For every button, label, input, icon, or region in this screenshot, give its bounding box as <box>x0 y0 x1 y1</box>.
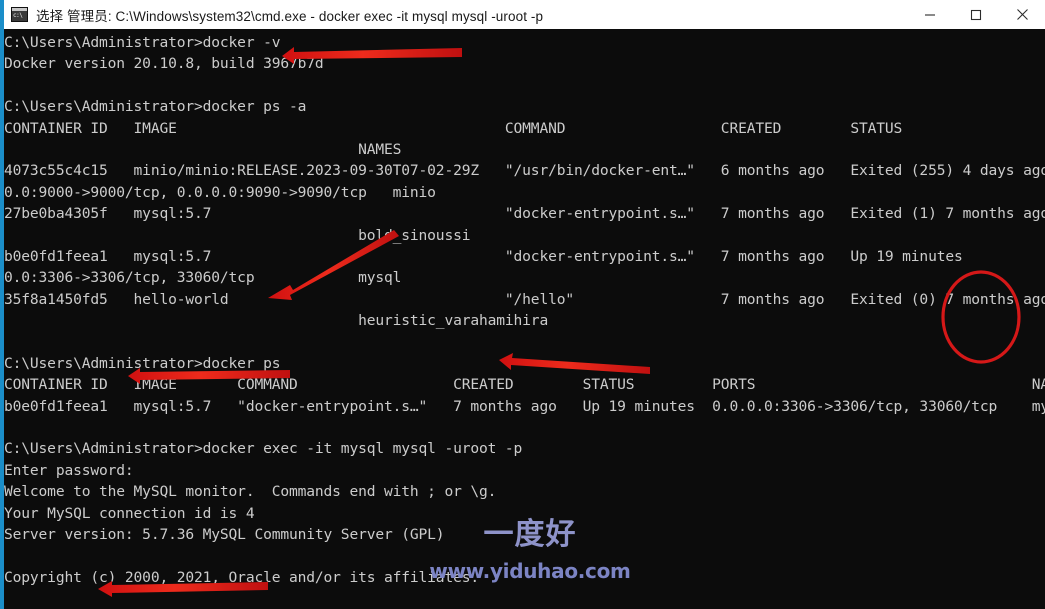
terminal-line: 0.0:9000->9000/tcp, 0.0.0.0:9090->9090/t… <box>4 183 436 201</box>
terminal-line: Welcome to the MySQL monitor. Commands e… <box>4 483 497 501</box>
console-window: 选择 管理员: C:\Windows\system32\cmd.exe - do… <box>0 0 1045 609</box>
terminal-line: heuristic_varahamihira <box>4 312 549 330</box>
terminal-line: CONTAINER ID IMAGE COMMAND CREATED STATU… <box>4 119 1045 137</box>
terminal-line: Your MySQL connection id is 4 <box>4 504 255 522</box>
terminal-text: C:\Users\Administrator>docker -v Docker v… <box>4 32 1045 609</box>
terminal-line: C:\Users\Administrator>docker exec -it m… <box>4 440 523 458</box>
terminal-line: b0e0fd1feea1 mysql:5.7 "docker-entrypoin… <box>4 247 1045 265</box>
close-button[interactable] <box>999 0 1045 29</box>
terminal-line: NAMES <box>4 140 402 158</box>
terminal-line: bold_sinoussi <box>4 226 471 244</box>
terminal-line: 27be0ba4305f mysql:5.7 "docker-entrypoin… <box>4 205 1045 223</box>
terminal-line: C:\Users\Administrator>docker ps -a <box>4 98 307 116</box>
terminal-line: 35f8a1450fd5 hello-world "/hello" 7 mont… <box>4 290 1045 308</box>
window-titlebar[interactable]: 选择 管理员: C:\Windows\system32\cmd.exe - do… <box>0 0 1045 29</box>
terminal-line: Enter password: <box>4 461 134 479</box>
terminal-line: 4073c55c4c15 minio/minio:RELEASE.2023-09… <box>4 162 1045 180</box>
terminal-line: Copyright (c) 2000, 2021, Oracle and/or … <box>4 568 479 586</box>
minimize-button[interactable] <box>907 0 953 29</box>
terminal-line: C:\Users\Administrator>docker ps <box>4 354 281 372</box>
console-left-accent <box>0 29 4 609</box>
maximize-button[interactable] <box>953 0 999 29</box>
terminal-line: C:\Users\Administrator>docker -v <box>4 34 281 51</box>
window-controls <box>907 0 1045 29</box>
titlebar-accent-stripe <box>0 0 4 29</box>
terminal-line: Server version: 5.7.36 MySQL Community S… <box>4 525 445 543</box>
terminal-line: b0e0fd1feea1 mysql:5.7 "docker-entrypoin… <box>4 397 1045 415</box>
terminal-line: CONTAINER ID IMAGE COMMAND CREATED STATU… <box>4 376 1045 394</box>
terminal-line: 0.0:3306->3306/tcp, 33060/tcp mysql <box>4 269 402 287</box>
console-output-area[interactable]: C:\Users\Administrator>docker -v Docker v… <box>0 29 1045 609</box>
cmd-console-icon <box>11 7 28 22</box>
window-title: 选择 管理员: C:\Windows\system32\cmd.exe - do… <box>36 8 544 24</box>
terminal-line: Docker version 20.10.8, build 3967b7d <box>4 55 324 73</box>
